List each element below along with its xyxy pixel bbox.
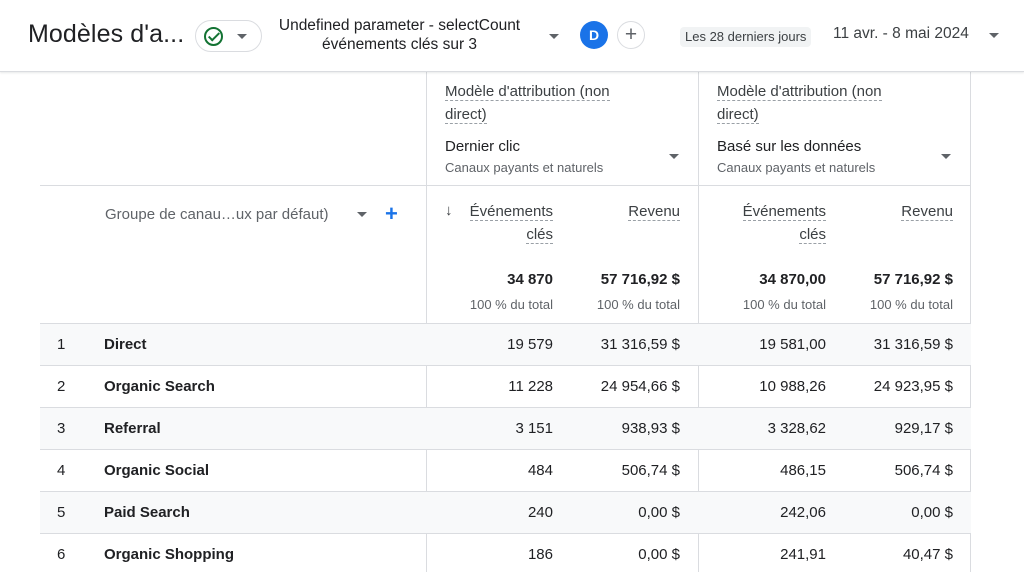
header-separator — [40, 185, 971, 186]
total-revenue-2-pct: 100 % du total — [869, 297, 953, 312]
events-value-1: 186 — [527, 546, 553, 563]
model-2-name[interactable]: Basé sur les données — [717, 138, 861, 155]
attribution-table: Modèle d'attribution (non direct) Dernie… — [0, 72, 1024, 572]
table-row[interactable]: 2 Organic Search 11 228 24 954,66 $ 10 9… — [40, 365, 971, 407]
total-events-2: 34 870,00 — [759, 271, 826, 288]
events-column-header-2[interactable]: Événements clés — [706, 200, 826, 246]
model-2-subtitle: Canaux payants et naturels — [717, 160, 876, 175]
dimension-chevron-down-icon[interactable] — [357, 212, 367, 217]
revenue-column-header-1[interactable]: Revenu — [560, 200, 680, 223]
revenue-value-1: 506,74 $ — [621, 462, 680, 479]
comparison-avatar[interactable]: D — [580, 21, 608, 49]
events-value-2: 486,15 — [780, 462, 826, 479]
revenue-value-1: 0,00 $ — [638, 504, 680, 521]
events-value-1: 484 — [527, 462, 553, 479]
events-value-1: 3 151 — [515, 420, 553, 437]
check-circle-icon — [204, 26, 223, 46]
row-rank: 6 — [57, 546, 66, 563]
chevron-down-icon — [237, 33, 247, 39]
table-row[interactable]: 1 Direct 19 579 31 316,59 $ 19 581,00 31… — [40, 323, 971, 365]
dimension-selector[interactable]: Groupe de canau…ux par défaut) — [105, 206, 328, 223]
comparison-selector[interactable]: Undefined parameter - selectCount événem… — [262, 16, 537, 54]
model-1-title: Modèle d'attribution (non direct) — [445, 83, 610, 124]
revenue-value-2: 24 923,95 $ — [873, 378, 953, 395]
channel-name[interactable]: Referral — [104, 420, 161, 437]
events-value-2: 241,91 — [780, 546, 826, 563]
model-1-name[interactable]: Dernier clic — [445, 138, 520, 155]
report-header: Modèles d'a... Undefined parameter - sel… — [0, 0, 1024, 72]
date-chevron-down-icon[interactable] — [989, 33, 999, 38]
add-comparison-button[interactable]: + — [617, 21, 645, 49]
events-value-2: 10 988,26 — [759, 378, 826, 395]
total-revenue-2: 57 716,92 $ — [873, 271, 953, 288]
table-row[interactable]: 6 Organic Shopping 186 0,00 $ 241,91 40,… — [40, 533, 971, 572]
revenue-value-1: 938,93 $ — [621, 420, 680, 437]
page-title: Modèles d'a... — [28, 20, 185, 48]
events-column-header-1[interactable]: Événements clés — [433, 200, 553, 246]
model-2-title: Modèle d'attribution (non direct) — [717, 83, 882, 124]
total-events-2-pct: 100 % du total — [742, 297, 826, 312]
total-revenue-1-pct: 100 % du total — [596, 297, 680, 312]
events-value-2: 19 581,00 — [759, 336, 826, 353]
table-row[interactable]: 5 Paid Search 240 0,00 $ 242,06 0,00 $ — [40, 491, 971, 533]
revenue-value-2: 506,74 $ — [894, 462, 953, 479]
add-dimension-button[interactable]: + — [385, 201, 398, 227]
row-rank: 5 — [57, 504, 66, 521]
revenue-value-2: 40,47 $ — [902, 546, 953, 563]
row-rank: 1 — [57, 336, 66, 353]
date-range[interactable]: 11 avr. - 8 mai 2024 — [833, 25, 969, 43]
revenue-value-1: 0,00 $ — [638, 546, 680, 563]
channel-name[interactable]: Organic Social — [104, 462, 209, 479]
revenue-value-1: 24 954,66 $ — [600, 378, 680, 395]
revenue-value-2: 929,17 $ — [894, 420, 953, 437]
events-value-1: 240 — [527, 504, 553, 521]
model-1-subtitle: Canaux payants et naturels — [445, 160, 604, 175]
date-preset-chip[interactable]: Les 28 derniers jours — [680, 27, 812, 47]
channel-name[interactable]: Paid Search — [104, 504, 190, 521]
channel-name[interactable]: Direct — [104, 336, 147, 353]
row-rank: 2 — [57, 378, 66, 395]
row-rank: 3 — [57, 420, 66, 437]
events-value-1: 19 579 — [507, 336, 553, 353]
status-dropdown[interactable] — [195, 20, 262, 52]
events-value-2: 242,06 — [780, 504, 826, 521]
model-2-chevron-down-icon[interactable] — [941, 154, 951, 159]
row-rank: 4 — [57, 462, 66, 479]
total-events-1: 34 870 — [507, 271, 553, 288]
total-events-1-pct: 100 % du total — [469, 297, 553, 312]
revenue-column-header-2[interactable]: Revenu — [833, 200, 953, 223]
total-revenue-1: 57 716,92 $ — [600, 271, 680, 288]
channel-name[interactable]: Organic Shopping — [104, 546, 234, 563]
revenue-value-2: 31 316,59 $ — [873, 336, 953, 353]
revenue-value-2: 0,00 $ — [911, 504, 953, 521]
revenue-value-1: 31 316,59 $ — [600, 336, 680, 353]
events-value-2: 3 328,62 — [767, 420, 826, 437]
channel-name[interactable]: Organic Search — [104, 378, 215, 395]
table-row[interactable]: 4 Organic Social 484 506,74 $ 486,15 506… — [40, 449, 971, 491]
model-1-chevron-down-icon[interactable] — [669, 154, 679, 159]
comparison-chevron-down-icon[interactable] — [549, 34, 559, 39]
events-value-1: 11 228 — [508, 378, 553, 395]
table-row[interactable]: 3 Referral 3 151 938,93 $ 3 328,62 929,1… — [40, 407, 971, 449]
